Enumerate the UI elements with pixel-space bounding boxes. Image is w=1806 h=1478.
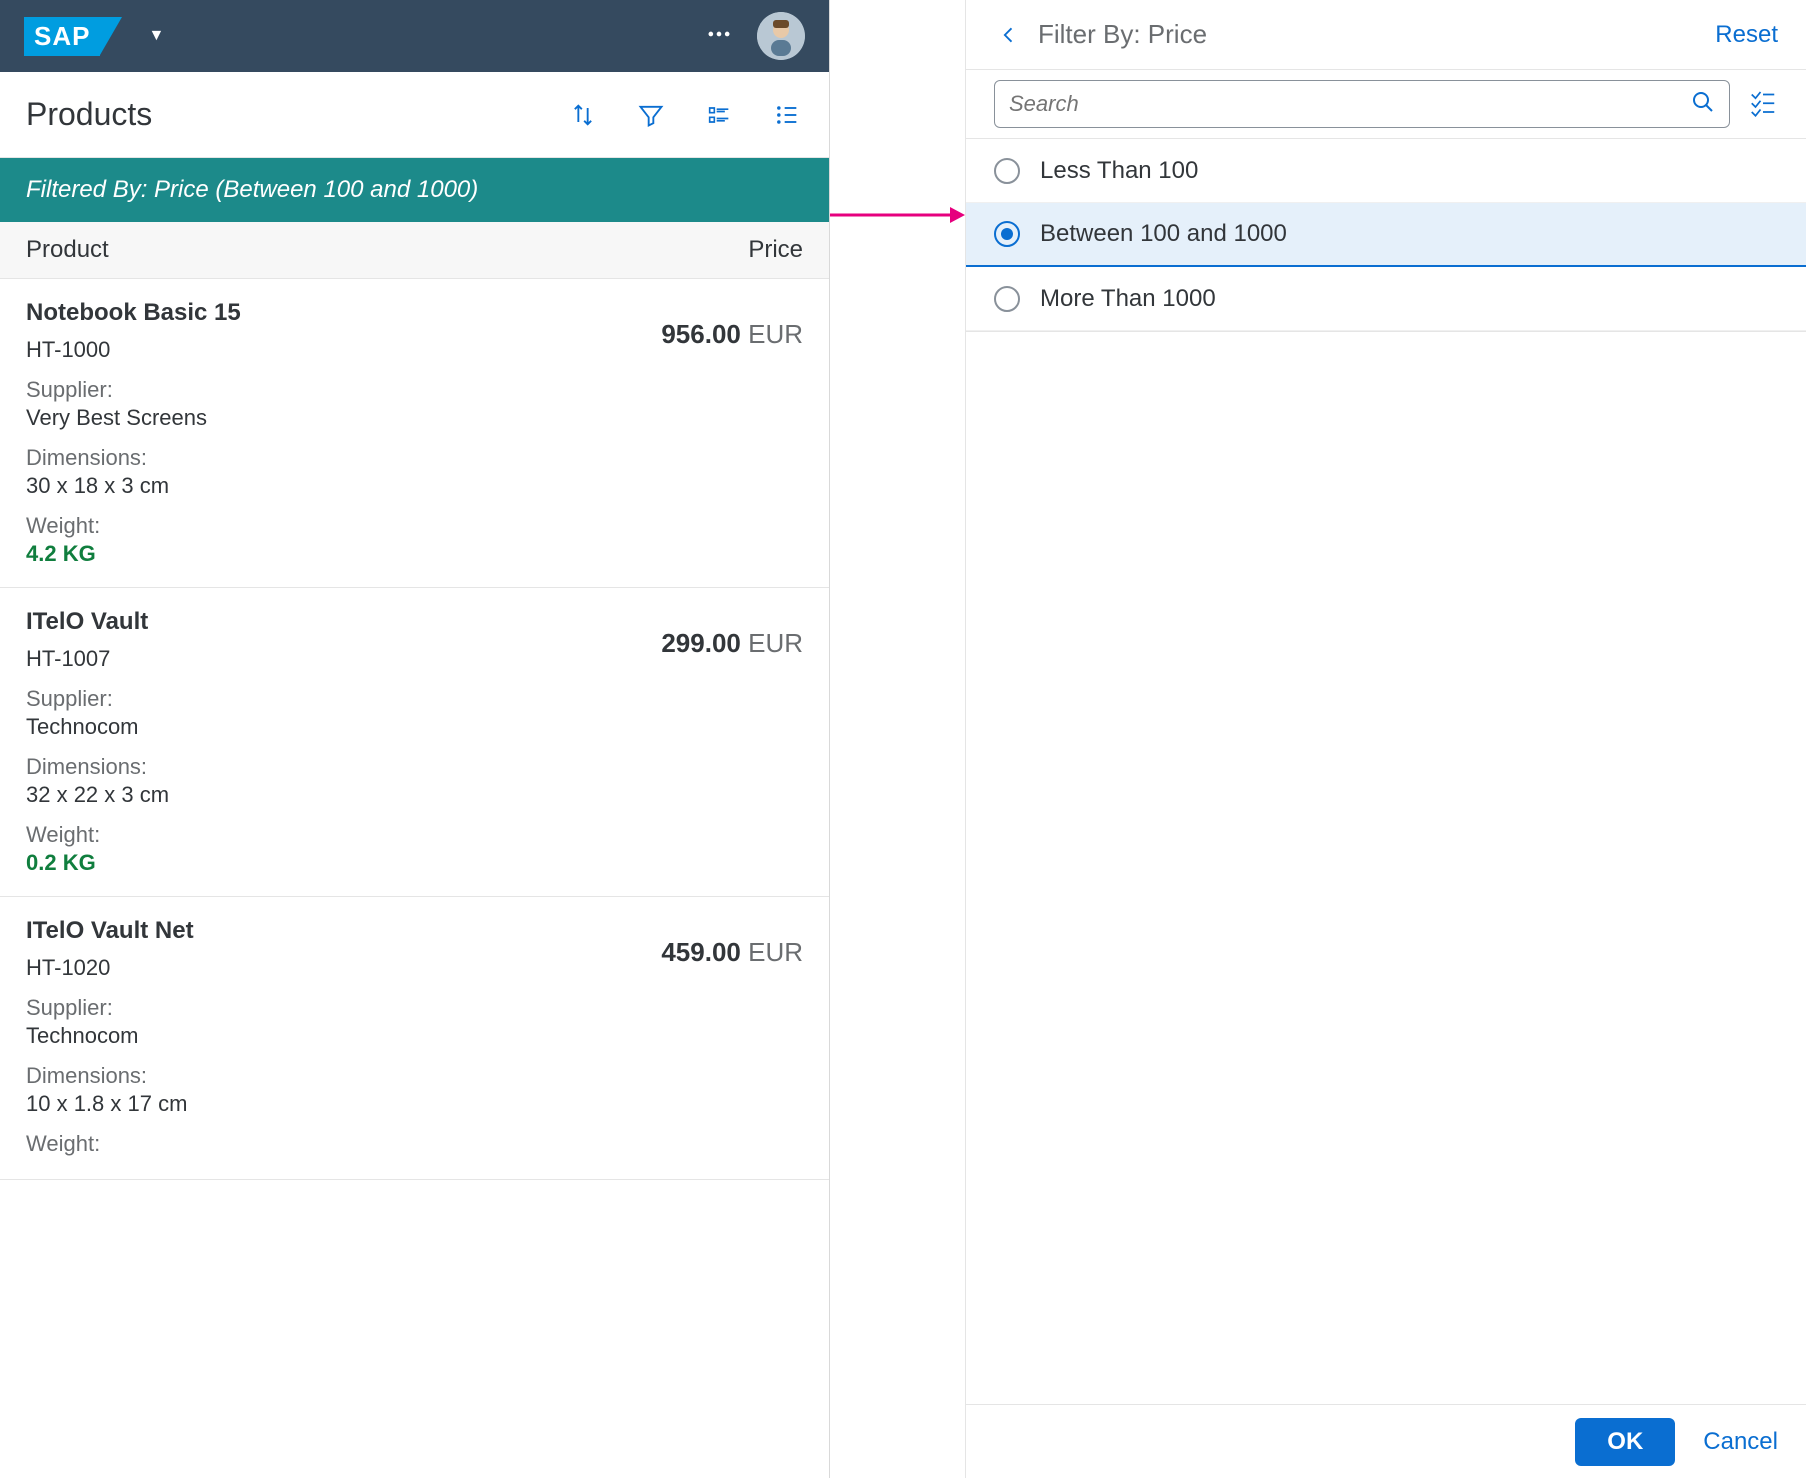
dimensions-value: 30 x 18 x 3 cm bbox=[26, 473, 803, 499]
supplier-label: Supplier: bbox=[26, 995, 803, 1021]
product-list-item[interactable]: ITelO Vault Net459.00 EURHT-1020Supplier… bbox=[0, 897, 829, 1180]
shell-bar: SAP ▼ bbox=[0, 0, 829, 72]
product-price: 299.00 EUR bbox=[661, 628, 803, 659]
annotation-arrow bbox=[830, 0, 965, 1478]
weight-label: Weight: bbox=[26, 822, 803, 848]
user-avatar[interactable] bbox=[757, 12, 805, 60]
select-list-icon[interactable] bbox=[1748, 87, 1778, 122]
radio-icon bbox=[994, 158, 1020, 184]
search-input[interactable] bbox=[1009, 91, 1691, 117]
supplier-value: Very Best Screens bbox=[26, 405, 803, 431]
dimensions-label: Dimensions: bbox=[26, 1063, 803, 1089]
filter-option-label: Less Than 100 bbox=[1040, 157, 1198, 185]
search-input-wrap[interactable] bbox=[994, 80, 1730, 128]
cancel-button[interactable]: Cancel bbox=[1703, 1428, 1778, 1456]
reset-button[interactable]: Reset bbox=[1715, 21, 1778, 49]
product-list[interactable]: Notebook Basic 15956.00 EURHT-1000Suppli… bbox=[0, 279, 829, 1478]
filter-panel-title: Filter By: Price bbox=[1038, 19, 1715, 50]
page-header: Products bbox=[0, 72, 829, 158]
shell-logo[interactable]: SAP ▼ bbox=[24, 17, 164, 56]
product-price: 459.00 EUR bbox=[661, 937, 803, 968]
dimensions-label: Dimensions: bbox=[26, 445, 803, 471]
more-icon[interactable] bbox=[705, 20, 733, 53]
list-column-headers: Product Price bbox=[0, 222, 829, 279]
group-icon[interactable] bbox=[703, 99, 735, 131]
supplier-value: Technocom bbox=[26, 714, 803, 740]
weight-label: Weight: bbox=[26, 1131, 803, 1157]
dimensions-value: 32 x 22 x 3 cm bbox=[26, 782, 803, 808]
radio-icon bbox=[994, 221, 1020, 247]
chevron-down-icon[interactable]: ▼ bbox=[148, 27, 164, 45]
filter-footer: OK Cancel bbox=[966, 1404, 1806, 1478]
back-icon[interactable] bbox=[994, 20, 1024, 50]
weight-value: 0.2 KG bbox=[26, 850, 803, 876]
filter-option-label: More Than 1000 bbox=[1040, 285, 1216, 313]
sort-icon[interactable] bbox=[567, 99, 599, 131]
sap-logo: SAP bbox=[24, 17, 100, 56]
filter-panel: Filter By: Price Reset Less Than 100 Betw… bbox=[965, 0, 1806, 1478]
supplier-value: Technocom bbox=[26, 1023, 803, 1049]
supplier-label: Supplier: bbox=[26, 377, 803, 403]
weight-value: 4.2 KG bbox=[26, 541, 803, 567]
supplier-label: Supplier: bbox=[26, 686, 803, 712]
dimensions-label: Dimensions: bbox=[26, 754, 803, 780]
list-view-icon[interactable] bbox=[771, 99, 803, 131]
filter-icon[interactable] bbox=[635, 99, 667, 131]
weight-label: Weight: bbox=[26, 513, 803, 539]
filter-search-row bbox=[966, 70, 1806, 139]
filter-option[interactable]: Less Than 100 bbox=[966, 139, 1806, 203]
filter-option[interactable]: Between 100 and 1000 bbox=[966, 203, 1806, 267]
column-price: Price bbox=[748, 236, 803, 264]
filter-option[interactable]: More Than 1000 bbox=[966, 267, 1806, 331]
toolbar-actions bbox=[567, 99, 803, 131]
column-product: Product bbox=[26, 236, 748, 264]
ok-button[interactable]: OK bbox=[1575, 1418, 1675, 1466]
dimensions-value: 10 x 1.8 x 17 cm bbox=[26, 1091, 803, 1117]
search-icon[interactable] bbox=[1691, 90, 1715, 119]
product-price: 956.00 EUR bbox=[661, 319, 803, 350]
radio-icon bbox=[994, 286, 1020, 312]
filter-options-list: Less Than 100 Between 100 and 1000 More Th… bbox=[966, 139, 1806, 332]
product-list-item[interactable]: ITelO Vault299.00 EURHT-1007Supplier:Tec… bbox=[0, 588, 829, 897]
filter-info-bar[interactable]: Filtered By: Price (Between 100 and 1000… bbox=[0, 158, 829, 222]
products-panel: SAP ▼ Products Filtered By: Pri bbox=[0, 0, 830, 1478]
filter-panel-header: Filter By: Price Reset bbox=[966, 0, 1806, 70]
page-title: Products bbox=[26, 96, 567, 133]
filter-option-label: Between 100 and 1000 bbox=[1040, 220, 1287, 248]
product-list-item[interactable]: Notebook Basic 15956.00 EURHT-1000Suppli… bbox=[0, 279, 829, 588]
